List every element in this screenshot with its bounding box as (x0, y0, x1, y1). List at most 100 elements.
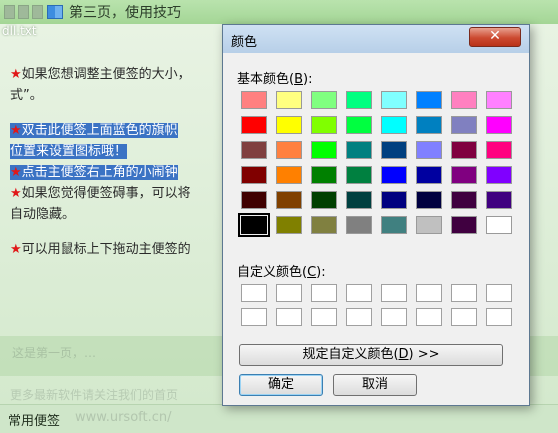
footer-url[interactable]: www.ursoft.cn/ (75, 410, 172, 425)
toolbar-button-icon[interactable] (18, 5, 29, 19)
basic-color-swatch[interactable] (276, 91, 302, 109)
star-icon: ★ (10, 67, 22, 82)
basic-color-swatch[interactable] (311, 191, 337, 209)
custom-color-swatch[interactable] (416, 284, 442, 302)
note-titlebar: 第三页，使用技巧 (0, 0, 558, 24)
basic-color-swatch[interactable] (416, 141, 442, 159)
tip-item: ★点击主便签右上角的小闹钟 (10, 162, 225, 183)
basic-color-swatch[interactable] (346, 191, 372, 209)
dialog-titlebar[interactable]: 颜色 ✕ (223, 25, 529, 53)
custom-color-swatch[interactable] (276, 308, 302, 326)
tips-list: ★如果您想调整主便签的大小， 式”。 ★双击此便签上面蓝色的旗帜 位置来设置图标… (10, 64, 225, 260)
tip-item: ★双击此便签上面蓝色的旗帜 位置来设置图标哦！ (10, 120, 225, 162)
basic-color-swatch[interactable] (276, 166, 302, 184)
basic-color-swatch[interactable] (416, 166, 442, 184)
basic-color-swatch[interactable] (346, 91, 372, 109)
basic-color-swatch[interactable] (451, 141, 477, 159)
cancel-label: 取消 (361, 377, 388, 392)
basic-color-swatch[interactable] (346, 216, 372, 234)
custom-color-swatch[interactable] (451, 284, 477, 302)
custom-color-swatch[interactable] (381, 284, 407, 302)
custom-color-swatch[interactable] (311, 284, 337, 302)
basic-color-swatch[interactable] (416, 191, 442, 209)
custom-colors-label-text: 自定义颜色 (237, 265, 303, 280)
basic-color-swatch[interactable] (311, 216, 337, 234)
basic-color-swatch[interactable] (451, 91, 477, 109)
basic-color-swatch[interactable] (276, 141, 302, 159)
custom-color-swatch[interactable] (276, 284, 302, 302)
custom-color-swatch[interactable] (311, 308, 337, 326)
basic-color-swatch[interactable] (241, 141, 267, 159)
basic-color-swatch[interactable] (416, 116, 442, 134)
basic-color-swatch[interactable] (346, 141, 372, 159)
basic-color-swatch[interactable] (416, 216, 442, 234)
basic-color-swatch[interactable] (276, 216, 302, 234)
basic-color-swatch[interactable] (276, 191, 302, 209)
star-icon: ★ (10, 123, 22, 138)
cancel-button[interactable]: 取消 (333, 374, 417, 396)
basic-color-swatch[interactable] (241, 191, 267, 209)
star-icon: ★ (10, 242, 22, 257)
basic-color-swatch[interactable] (451, 216, 477, 234)
custom-colors-label-suffix: ): (316, 265, 326, 280)
custom-colors-accesskey: C (307, 265, 317, 280)
basic-color-swatch[interactable] (311, 141, 337, 159)
custom-color-swatch[interactable] (416, 308, 442, 326)
custom-color-swatch[interactable] (346, 308, 372, 326)
define-custom-colors-button[interactable]: 规定自定义颜色(D) >> (239, 344, 503, 366)
basic-color-swatch[interactable] (311, 91, 337, 109)
color-dialog: 颜色 ✕ 基本颜色(B): 自定义颜色(C): 规定自定义颜色(D) >> 确定… (222, 24, 530, 406)
blue-flag-icon[interactable] (47, 5, 63, 19)
basic-color-swatch[interactable] (381, 166, 407, 184)
tip-text-continued: 位置来设置图标哦！ (10, 144, 128, 159)
basic-color-swatch[interactable] (381, 191, 407, 209)
tip-text: 如果您想调整主便签的大小， (21, 67, 191, 82)
basic-color-swatch[interactable] (381, 141, 407, 159)
tip-text: 点击主便签右上角的小闹钟 (21, 165, 178, 180)
toolbar-button-icon[interactable] (4, 5, 15, 19)
basic-colors-label-suffix: ): (303, 72, 313, 87)
basic-color-swatch[interactable] (241, 116, 267, 134)
basic-color-swatch[interactable] (241, 91, 267, 109)
basic-color-swatch[interactable] (416, 91, 442, 109)
footer-label[interactable]: 常用便签 (8, 410, 60, 429)
basic-color-swatch[interactable] (486, 116, 512, 134)
basic-color-swatch[interactable] (311, 166, 337, 184)
basic-color-swatch[interactable] (486, 141, 512, 159)
basic-color-swatch[interactable] (346, 116, 372, 134)
close-icon: ✕ (489, 28, 501, 44)
close-button[interactable]: ✕ (469, 27, 521, 47)
custom-colors-label: 自定义颜色(C): (237, 265, 326, 280)
basic-color-swatch[interactable] (381, 91, 407, 109)
custom-color-swatch[interactable] (451, 308, 477, 326)
ok-label: 确定 (267, 377, 294, 392)
custom-color-swatch[interactable] (346, 284, 372, 302)
custom-color-swatch[interactable] (486, 308, 512, 326)
custom-color-swatch[interactable] (381, 308, 407, 326)
basic-color-swatch[interactable] (451, 191, 477, 209)
basic-color-swatch[interactable] (241, 166, 267, 184)
basic-color-swatch[interactable] (276, 116, 302, 134)
basic-color-swatch[interactable] (486, 191, 512, 209)
tip-item: ★如果您想调整主便签的大小， 式”。 (10, 64, 225, 106)
define-custom-accesskey: D (398, 347, 409, 362)
basic-color-swatch[interactable] (238, 213, 270, 237)
tip-text: 双击此便签上面蓝色的旗帜 (21, 123, 178, 138)
basic-colors-accesskey: B (294, 72, 304, 87)
basic-color-swatch[interactable] (381, 116, 407, 134)
toolbar-button-icon[interactable] (32, 5, 43, 19)
basic-color-swatch[interactable] (346, 166, 372, 184)
define-custom-suffix: ) >> (408, 347, 440, 362)
basic-color-swatch[interactable] (381, 216, 407, 234)
custom-color-swatch[interactable] (241, 308, 267, 326)
basic-color-swatch[interactable] (311, 116, 337, 134)
basic-color-swatch[interactable] (451, 166, 477, 184)
basic-color-swatch[interactable] (486, 216, 512, 234)
basic-color-swatch[interactable] (486, 91, 512, 109)
custom-color-swatch[interactable] (241, 284, 267, 302)
basic-color-swatch[interactable] (451, 116, 477, 134)
custom-color-swatch[interactable] (486, 284, 512, 302)
tip-item: ★如果您觉得便签碍事，可以将 自动隐藏。 (10, 183, 225, 225)
ok-button[interactable]: 确定 (239, 374, 323, 396)
basic-color-swatch[interactable] (486, 166, 512, 184)
